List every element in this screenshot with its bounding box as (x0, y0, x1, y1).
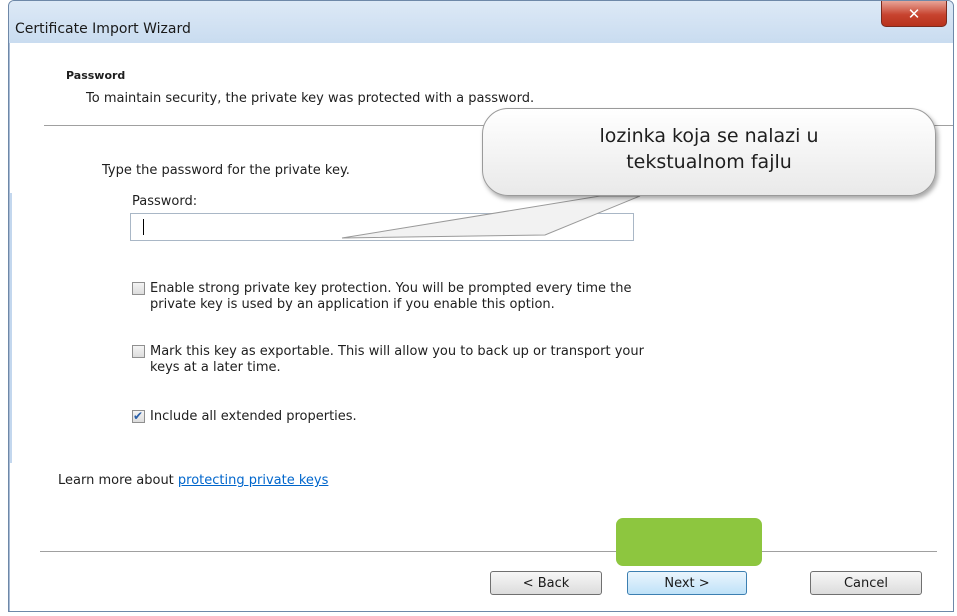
callout-pointer (341, 195, 641, 239)
annotation-callout: lozinka koja se nalazi u tekstualnom faj… (482, 108, 936, 196)
callout-line1: lozinka koja se nalazi u (599, 125, 819, 147)
callout-line2: tekstualnom fajlu (626, 151, 792, 173)
